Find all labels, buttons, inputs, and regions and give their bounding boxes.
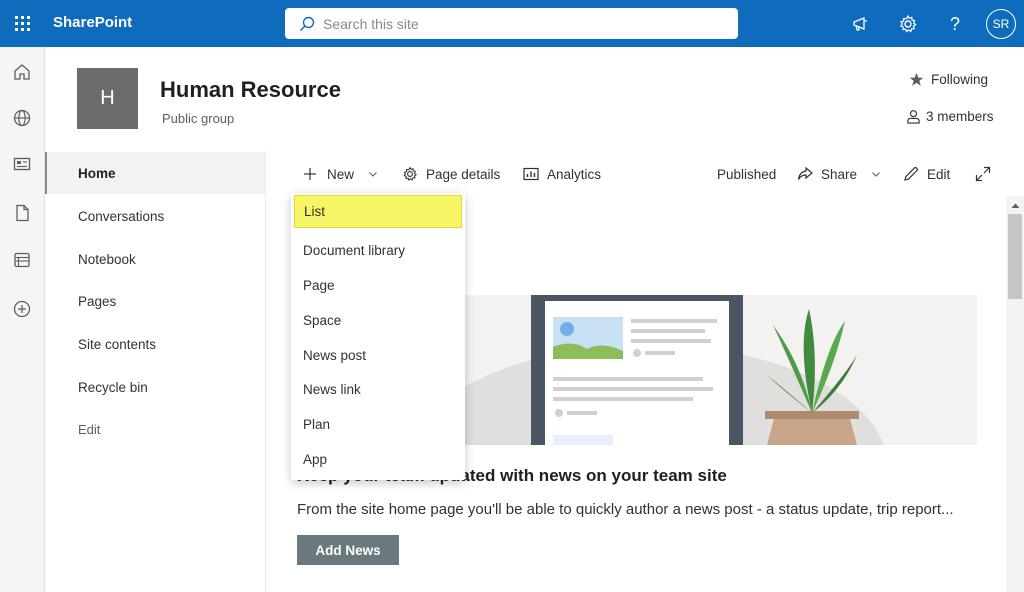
site-logo[interactable]: H: [77, 68, 138, 129]
menu-item-space[interactable]: Space: [291, 303, 465, 338]
new-label: New: [327, 166, 355, 182]
gear-icon: [403, 166, 417, 181]
following-button[interactable]: Following: [909, 72, 988, 87]
help-button[interactable]: ?: [941, 10, 969, 38]
app-launcher-button[interactable]: [0, 0, 45, 47]
edit-page-button[interactable]: Edit: [903, 160, 950, 188]
following-label: Following: [931, 72, 989, 87]
document-icon: [16, 204, 29, 222]
news-icon: [13, 157, 31, 171]
search-icon: [299, 16, 315, 31]
app-name-link[interactable]: SharePoint: [53, 14, 132, 31]
members-button[interactable]: 3 members: [906, 109, 994, 124]
menu-item-document-library[interactable]: Document library: [291, 233, 465, 268]
new-dropdown-menu: List Document library Page Space News po…: [291, 193, 465, 480]
new-button[interactable]: New: [303, 160, 378, 188]
home-icon: [14, 64, 30, 80]
search-box[interactable]: [285, 8, 738, 39]
pencil-icon: [904, 166, 919, 181]
menu-item-app[interactable]: App: [291, 442, 465, 477]
page-details-label: Page details: [426, 166, 501, 182]
menu-item-news-link[interactable]: News link: [291, 372, 465, 407]
app-rail: [0, 47, 45, 592]
menu-item-page[interactable]: Page: [291, 268, 465, 303]
user-avatar-button[interactable]: SR: [986, 9, 1016, 39]
globe-icon: [13, 109, 31, 127]
rail-create-button[interactable]: [11, 298, 33, 320]
expand-button[interactable]: [975, 160, 991, 188]
rail-sites-button[interactable]: [11, 107, 33, 129]
rail-news-button[interactable]: [11, 153, 33, 175]
nav-item-notebook[interactable]: Notebook: [45, 238, 265, 280]
published-status: Published: [717, 160, 776, 188]
gear-icon: [899, 14, 917, 33]
analytics-label: Analytics: [547, 166, 602, 182]
star-icon: [909, 72, 924, 86]
feedback-button[interactable]: [847, 10, 875, 38]
menu-item-plan[interactable]: Plan: [291, 407, 465, 442]
nav-item-site-contents[interactable]: Site contents: [45, 323, 265, 365]
rail-home-button[interactable]: [11, 61, 33, 83]
waffle-icon: [15, 16, 30, 31]
vertical-scrollbar[interactable]: [1006, 196, 1024, 592]
nav-item-conversations[interactable]: Conversations: [45, 195, 265, 237]
nav-item-pages[interactable]: Pages: [45, 280, 265, 322]
analytics-button[interactable]: Analytics: [523, 160, 601, 188]
site-title[interactable]: Human Resource: [160, 77, 341, 103]
megaphone-icon: [853, 17, 867, 31]
share-label: Share: [821, 166, 858, 182]
rail-files-button[interactable]: [11, 202, 33, 224]
question-mark-icon: ?: [949, 13, 960, 34]
list-icon: [14, 252, 30, 268]
scroll-thumb[interactable]: [1008, 214, 1022, 299]
scroll-up-icon[interactable]: [1010, 200, 1020, 210]
suite-bar: SharePoint ? SR: [0, 0, 1024, 47]
page-details-button[interactable]: Page details: [402, 160, 500, 188]
site-navigation: Home Conversations Notebook Pages Site c…: [45, 151, 266, 592]
share-icon: [797, 166, 813, 180]
menu-item-news-post[interactable]: News post: [291, 338, 465, 373]
site-privacy-label: Public group: [162, 111, 235, 126]
search-input[interactable]: [323, 15, 703, 32]
edit-label: Edit: [927, 166, 951, 182]
nav-item-home[interactable]: Home: [45, 152, 265, 194]
settings-button[interactable]: [894, 10, 922, 38]
plus-icon: [304, 168, 316, 180]
members-label: 3 members: [926, 109, 994, 124]
chevron-down-icon: [872, 172, 880, 177]
add-circle-icon: [13, 300, 31, 318]
chevron-down-icon: [369, 172, 377, 177]
nav-item-recycle-bin[interactable]: Recycle bin: [45, 366, 265, 408]
nav-edit-link[interactable]: Edit: [45, 408, 265, 450]
analytics-icon: [523, 167, 539, 181]
published-label: Published: [717, 166, 777, 182]
rail-lists-button[interactable]: [11, 249, 33, 271]
add-news-button[interactable]: Add News: [297, 535, 399, 565]
menu-item-list[interactable]: List: [294, 195, 462, 228]
expand-icon: [975, 166, 991, 182]
person-icon: [907, 110, 920, 124]
share-button[interactable]: Share: [797, 160, 881, 188]
news-description: From the site home page you'll be able t…: [297, 501, 954, 518]
